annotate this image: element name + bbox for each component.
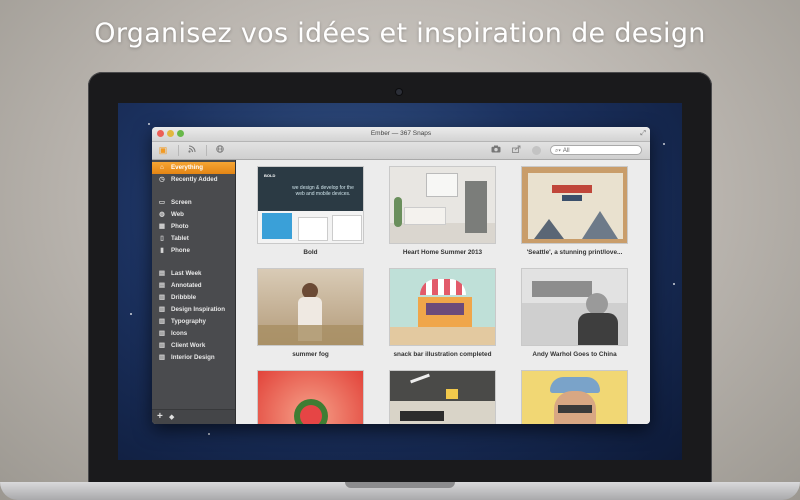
sidebar-item-label: Design Inspiration [171,306,225,313]
sidebar-item-label: Typography [171,318,206,325]
snap-caption: Andy Warhol Goes to China [532,351,617,358]
window-title: Ember — 367 Snaps [370,130,432,137]
sidebar-item-web[interactable]: ◍ Web [152,209,235,221]
sidebar-item-label: Screen [171,199,192,206]
search-icon: ⌕▾ [555,148,561,154]
calendar-icon: ▤ [158,270,166,277]
snap-caption: snack bar illustration completed [393,351,492,358]
desktop-screen: Ember — 367 Snaps ⤢ ▣ ⌕▾ All ⌂ Everythin… [118,103,682,460]
toolbar-divider [206,145,207,156]
snap-grid: BOLD we design & develop for the web and… [236,160,650,424]
snap-caption: Bold [303,249,318,256]
sidebar-item-screen[interactable]: ▭ Screen [152,197,235,209]
sidebar-item-dribbble[interactable]: ▥ Dribbble [152,292,235,304]
sidebar-item-label: Client Work [171,342,206,349]
tablet-icon: ▯ [160,235,164,242]
sidebar-item-interior-design[interactable]: ▥ Interior Design [152,352,235,364]
search-input[interactable]: ⌕▾ All [550,145,642,155]
monitor-icon: ▭ [158,199,166,206]
snap-caption: 'Seattle', a stunning print/love... [526,249,623,256]
sidebar-item-everything[interactable]: ⌂ Everything [152,162,235,174]
bold-tagline: we design & develop for the web and mobi… [292,185,354,197]
sidebar-item-label: Everything [171,164,203,171]
toolbar-divider [178,145,179,156]
sidebar-item-label: Tablet [171,235,189,242]
fullscreen-icon[interactable]: ⤢ [640,129,646,139]
sidebar-item-tablet[interactable]: ▯ Tablet [152,233,235,245]
sidebar-item-label: Icons [171,330,188,337]
snap-caption: summer fog [292,351,329,358]
snap-thumbnail [257,268,364,346]
sidebar-item-typography[interactable]: ▥ Typography [152,316,235,328]
library-icon[interactable]: ▣ [157,145,169,156]
bold-logo: BOLD [264,173,276,178]
sidebar-item-label: Recently Added [171,176,218,183]
sidebar-footer: + ◆ [152,409,235,424]
globe-icon[interactable] [214,145,226,156]
snap-thumbnail [521,166,628,244]
snap-thumbnail [389,268,496,346]
home-icon: ⌂ [160,164,164,171]
sidebar: ⌂ Everything ◷ Recently Added ▭ Screen ◍ Web… [152,160,236,424]
sidebar-item-annotated[interactable]: ▤ Annotated [152,280,235,292]
document-icon: ▥ [158,306,166,313]
share-icon[interactable] [510,145,522,156]
document-icon: ▥ [158,318,166,325]
sidebar-item-label: Phone [171,247,190,254]
snap-thumbnail [521,268,628,346]
sidebar-item-label: Web [171,211,184,218]
preferences-icon[interactable] [532,146,541,155]
tag-icon[interactable]: ◆ [169,412,174,423]
sidebar-item-photo[interactable]: ▦ Photo [152,221,235,233]
phone-icon: ▮ [160,247,164,254]
snap-thumbnail [257,370,364,424]
sidebar-item-client-work[interactable]: ▥ Client Work [152,340,235,352]
toolbar: ▣ ⌕▾ All [152,142,650,160]
sidebar-item-label: Photo [171,223,189,230]
title-bar: Ember — 367 Snaps ⤢ [152,127,650,142]
sidebar-item-label: Last Week [171,270,202,277]
search-placeholder: All [562,148,570,154]
clock-icon: ◷ [159,176,165,183]
sidebar-item-last-week[interactable]: ▤ Last Week [152,268,235,280]
snap-thumbnail: BOLD we design & develop for the web and… [257,166,364,244]
sidebar-item-phone[interactable]: ▮ Phone [152,245,235,257]
document-icon: ▥ [158,294,166,301]
photo-icon: ▦ [158,223,166,230]
laptop-notch [345,482,455,488]
rss-icon[interactable] [186,145,198,156]
document-icon: ▥ [158,354,166,361]
marketing-headline: Organisez vos idées et inspiration de de… [94,18,706,49]
annotation-icon: ▤ [158,282,166,289]
sidebar-item-icons[interactable]: ▥ Icons [152,328,235,340]
webcam [396,89,402,95]
document-icon: ▥ [158,330,166,337]
globe-icon: ◍ [159,211,165,218]
snap-thumbnail [521,370,628,424]
sidebar-item-label: Dribbble [171,294,197,301]
add-icon[interactable]: + [157,411,163,423]
sidebar-item-recently-added[interactable]: ◷ Recently Added [152,174,235,186]
document-icon: ▥ [158,342,166,349]
sidebar-item-label: Annotated [171,282,202,289]
snap-caption: Heart Home Summer 2013 [402,249,483,256]
app-window: Ember — 367 Snaps ⤢ ▣ ⌕▾ All ⌂ Everythin… [152,127,650,424]
snap-thumbnail [389,166,496,244]
camera-icon[interactable] [490,145,502,156]
snap-thumbnail [389,370,496,424]
sidebar-item-label: Interior Design [171,354,215,361]
sidebar-item-design-inspiration[interactable]: ▥ Design Inspiration [152,304,235,316]
